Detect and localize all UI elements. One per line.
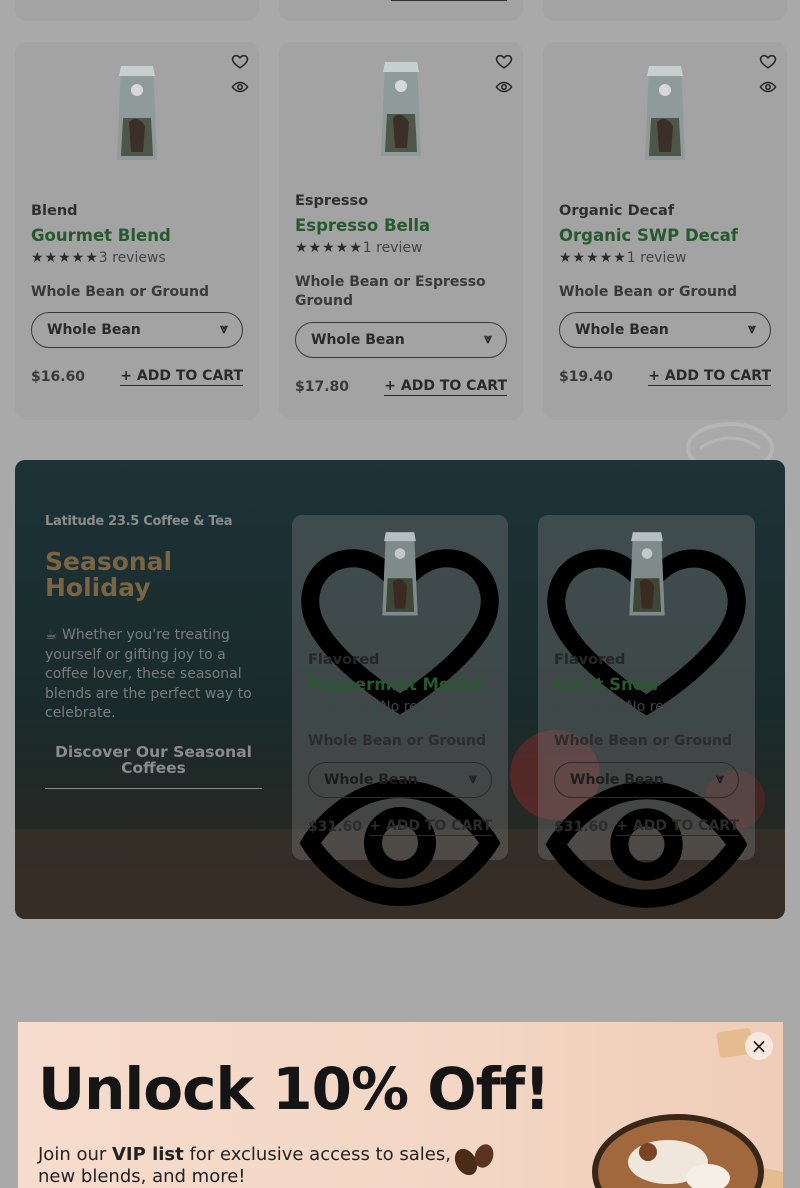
add-to-cart-button[interactable]: + ADD TO CART	[120, 368, 243, 386]
grind-options: Whole Bean or Espresso Ground	[295, 274, 486, 309]
star-rating-icons: ☆☆☆☆☆	[554, 699, 622, 715]
review-count[interactable]: 1 review	[627, 250, 687, 266]
rating: ★★★★★1 review	[295, 240, 422, 256]
rating: ☆☆☆☆☆ No reviews	[554, 699, 703, 715]
grind-select-value: Whole Bean	[47, 322, 141, 338]
product-image[interactable]	[623, 527, 671, 619]
discount-popup: Unlock 10% Off! Join our VIP list for ex…	[18, 1022, 783, 1188]
popup-text: Join our VIP list for exclusive access t…	[38, 1144, 458, 1188]
review-count[interactable]: 3 reviews	[99, 250, 166, 266]
star-rating-icons: ★★★★★	[31, 250, 99, 266]
product-name[interactable]: Organic SWP Decaf	[559, 226, 738, 245]
grind-options: Whole Bean or Ground	[554, 733, 733, 749]
grind-select[interactable]: Whole Bean ⩔	[308, 762, 492, 798]
add-to-cart-button[interactable]: + ADD TO CART	[369, 818, 492, 836]
product-name[interactable]: Espresso Bella	[295, 216, 430, 235]
heart-icon[interactable]	[495, 52, 513, 70]
review-count: No reviews	[380, 699, 458, 715]
discover-seasonal-button[interactable]: Discover Our Seasonal Coffees	[45, 744, 262, 789]
double-chevron-down-icon: ⩔	[748, 321, 756, 337]
double-chevron-down-icon: ⩔	[469, 771, 477, 787]
grind-options: Whole Bean or Ground	[559, 284, 738, 300]
star-rating-icons: ☆☆☆☆☆	[308, 699, 376, 715]
review-count: No reviews	[626, 699, 704, 715]
seasonal-holiday-banner: Latitude 23.5 Coffee & Tea Seasonal Holi…	[15, 460, 785, 919]
product-category: Flavored	[308, 652, 380, 668]
grind-select-value: Whole Bean	[311, 332, 405, 348]
product-image[interactable]	[113, 60, 161, 164]
star-rating-icons: ★★★★★	[295, 240, 363, 256]
product-price: $16.60	[31, 369, 86, 385]
grind-options: Whole Bean or Ground	[31, 284, 210, 300]
product-card-partial	[543, 0, 787, 21]
product-image[interactable]	[641, 60, 689, 164]
product-price: $31.60	[308, 819, 363, 835]
product-card[interactable]: Blend Gourmet Blend ★★★★★3 reviews Whole…	[15, 42, 259, 420]
product-name[interactable]: Gourmet Blend	[31, 226, 171, 245]
product-category: Organic Decaf	[559, 203, 675, 219]
product-image[interactable]	[376, 527, 424, 619]
coffee-cup-image	[592, 1114, 764, 1188]
add-to-cart-link-partial[interactable]	[391, 0, 507, 1]
add-to-cart-button[interactable]: + ADD TO CART	[616, 818, 739, 836]
double-chevron-down-icon: ⩔	[484, 331, 492, 347]
product-card-partial	[15, 0, 259, 21]
product-category: Flavored	[554, 652, 626, 668]
grind-select[interactable]: Whole Bean ⩔	[554, 762, 739, 798]
seasonal-product-card[interactable]: Flavored Peppermint Mocha ☆☆☆☆☆ No revie…	[292, 515, 508, 907]
seasonal-title: Seasonal Holiday	[45, 547, 173, 602]
eye-icon[interactable]	[231, 78, 249, 96]
rating: ★★★★★3 reviews	[31, 250, 166, 266]
seasonal-description: ☕ Whether you're treating yourself or gi…	[45, 627, 252, 721]
coffee-beans-image	[454, 1144, 494, 1176]
review-count[interactable]: 1 review	[363, 240, 423, 256]
star-rating-icons: ★★★★★	[559, 250, 627, 266]
eye-icon[interactable]	[495, 78, 513, 96]
double-chevron-down-icon: ⩔	[220, 321, 228, 337]
seasonal-product-card[interactable]: Flavored Let It Snow ☆☆☆☆☆ No reviews Wh…	[538, 515, 755, 908]
product-category: Espresso	[295, 193, 369, 209]
product-card[interactable]: Organic Decaf Organic SWP Decaf ★★★★★1 r…	[543, 42, 787, 420]
grind-select[interactable]: Whole Bean ⩔	[559, 312, 771, 348]
grind-select[interactable]: Whole Bean ⩔	[295, 322, 507, 358]
product-name[interactable]: Let It Snow	[554, 675, 659, 694]
add-to-cart-button[interactable]: + ADD TO CART	[384, 378, 507, 396]
product-price: $19.40	[559, 369, 614, 385]
vip-list-text: VIP list	[112, 1144, 184, 1165]
grind-select-value: Whole Bean	[570, 772, 664, 788]
rating: ★★★★★1 review	[559, 250, 686, 266]
eye-icon[interactable]	[759, 78, 777, 96]
grind-select-value: Whole Bean	[324, 772, 418, 788]
close-icon[interactable]: ×	[745, 1032, 773, 1060]
heart-icon[interactable]	[759, 52, 777, 70]
add-to-cart-button[interactable]: + ADD TO CART	[648, 368, 771, 386]
product-category: Blend	[31, 203, 78, 219]
popup-text-start: Join our	[38, 1144, 112, 1165]
grind-select[interactable]: Whole Bean ⩔	[31, 312, 243, 348]
grind-options: Whole Bean or Ground	[308, 733, 487, 749]
product-name[interactable]: Peppermint Mocha	[308, 675, 483, 694]
popup-headline: Unlock 10% Off!	[38, 1055, 551, 1123]
grind-select-value: Whole Bean	[575, 322, 669, 338]
rating: ☆☆☆☆☆ No reviews	[308, 699, 457, 715]
double-chevron-down-icon: ⩔	[716, 771, 724, 787]
product-card-partial	[279, 0, 523, 21]
product-price: $31.60	[554, 819, 609, 835]
heart-icon[interactable]	[231, 52, 249, 70]
product-card[interactable]: Espresso Espresso Bella ★★★★★1 review Wh…	[279, 42, 523, 420]
product-price: $17.80	[295, 379, 350, 395]
brand-logo: Latitude 23.5 Coffee & Tea	[45, 514, 233, 529]
product-image[interactable]	[377, 56, 425, 160]
